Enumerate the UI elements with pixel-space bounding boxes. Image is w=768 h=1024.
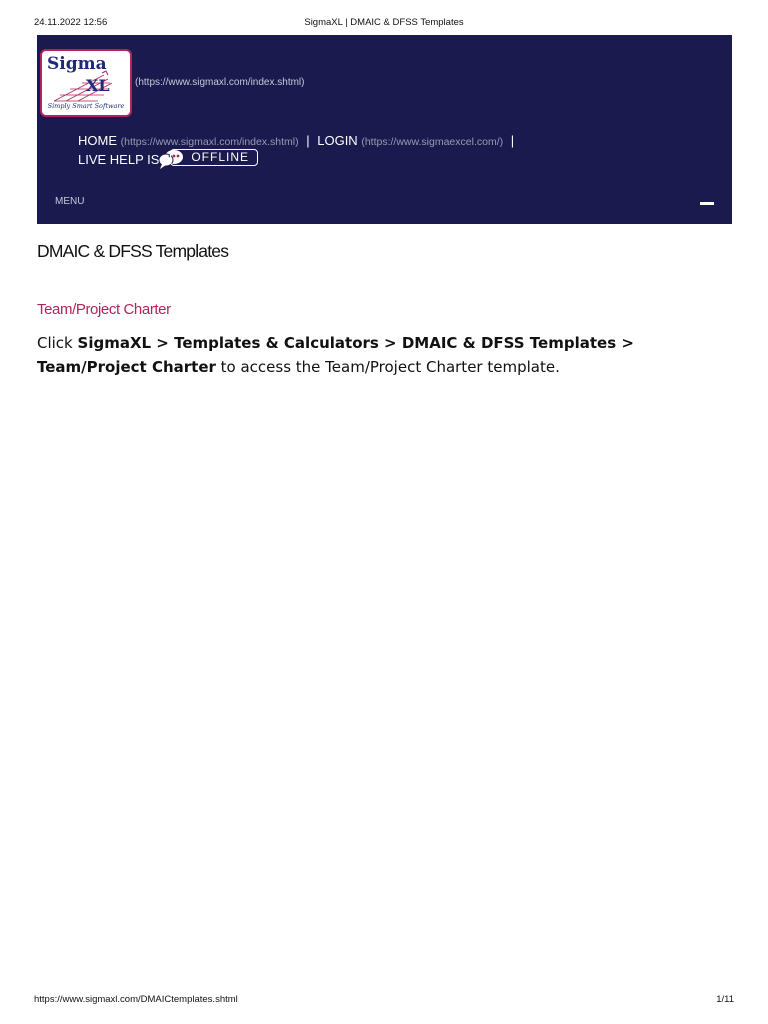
menu-collapse-icon[interactable] xyxy=(700,202,714,205)
nav-login-url[interactable]: (https://www.sigmaexcel.com/) xyxy=(361,136,503,148)
live-help-label: LIVE HELP IS xyxy=(78,152,160,167)
site-header: Sigma XL Simply Smart Software (https://… xyxy=(37,35,732,224)
sigmaxl-logo[interactable]: Sigma XL Simply Smart Software xyxy=(40,49,132,117)
page-title: DMAIC & DFSS Templates xyxy=(37,241,229,261)
print-footer: https://www.sigmaxl.com/DMAICtemplates.s… xyxy=(0,994,768,1008)
offline-badge: OFFLINE xyxy=(170,149,258,166)
print-page-number: 1/11 xyxy=(716,994,734,1005)
print-header: 24.11.2022 12:56 SigmaXL | DMAIC & DFSS … xyxy=(0,17,768,31)
instruction-paragraph: Click SigmaXL > Templates & Calculators … xyxy=(37,331,637,379)
section-heading: Team/Project Charter xyxy=(37,301,171,318)
live-help-status-button[interactable]: OFFLINE xyxy=(158,148,260,170)
logo-text: Sigma xyxy=(47,54,107,74)
print-page-title: SigmaXL | DMAIC & DFSS Templates xyxy=(304,17,464,28)
live-help-row: LIVE HELP IS xyxy=(78,152,159,167)
logo-link-url[interactable]: (https://www.sigmaxl.com/index.shtml) xyxy=(135,77,305,88)
instruction-prefix: Click xyxy=(37,334,78,352)
nav-home-url[interactable]: (https://www.sigmaxl.com/index.shtml) xyxy=(121,136,299,148)
print-url: https://www.sigmaxl.com/DMAICtemplates.s… xyxy=(34,994,238,1005)
logo-text-xl: XL xyxy=(86,76,110,95)
nav-home-link[interactable]: HOME xyxy=(78,133,117,148)
nav-separator-2: | xyxy=(510,133,515,148)
nav-separator: | xyxy=(306,133,310,148)
instruction-suffix: to access the Team/Project Charter templ… xyxy=(215,358,560,376)
top-nav: HOME (https://www.sigmaxl.com/index.shtm… xyxy=(78,133,518,148)
logo-tagline: Simply Smart Software xyxy=(47,102,125,110)
menu-label[interactable]: MENU xyxy=(55,196,84,207)
nav-login-link[interactable]: LOGIN xyxy=(317,133,357,148)
